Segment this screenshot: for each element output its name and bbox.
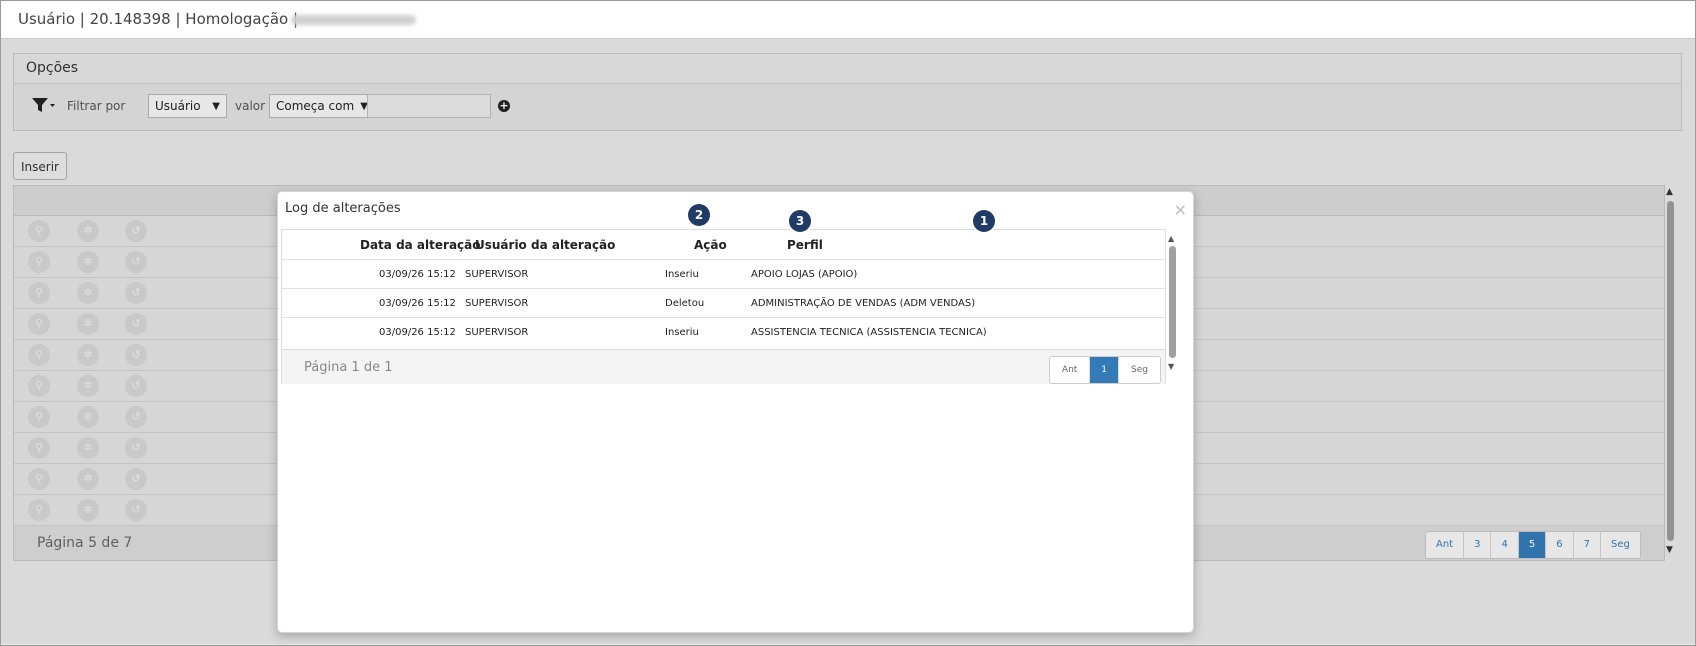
log-profile: ADMINISTRAÇÃO DE VENDAS (ADM VENDAS) [751,298,976,309]
redacted-user-name [291,15,416,25]
modal-scrollbar[interactable]: ▲ ▼ [1168,234,1178,374]
page-title: Usuário | 20.148398 | Homologação | [18,10,299,28]
callout-badge-3: 3 [789,210,811,232]
scrollbar-thumb[interactable] [1169,246,1176,358]
column-header-user[interactable]: Usuário da alteração [475,238,615,252]
log-page-button[interactable]: Seg [1118,357,1160,383]
top-bar: Usuário | 20.148398 | Homologação | [1,1,1695,39]
log-action: Deletou [665,298,705,309]
log-profile: ASSISTENCIA TECNICA (ASSISTENCIA TECNICA… [751,327,987,338]
log-row: 03/09/26 15:12 SUPERVISOR Inseriu APOIO LOJ… [282,259,1165,289]
log-user: SUPERVISOR [465,269,529,280]
scroll-down-icon[interactable]: ▼ [1168,362,1174,371]
callout-badge-1: 1 [973,210,995,232]
column-header-action[interactable]: Ação [694,238,727,252]
log-pagination: Ant 1 Seg [1048,356,1161,384]
log-profile: APOIO LOJAS (APOIO) [751,269,858,280]
callout-badge-2: 2 [688,204,710,226]
log-action: Inseriu [665,327,699,338]
log-action: Inseriu [665,269,699,280]
log-page-info: Página 1 de 1 [304,360,393,375]
log-table: Data da alteração Usuário da alteração A… [281,229,1166,384]
log-date: 03/09/26 15:12 [379,327,456,338]
log-footer: Página 1 de 1 Ant 1 Seg [282,349,1165,384]
column-header-profile[interactable]: Perfil [787,238,823,252]
change-log-modal: Log de alterações × Data da alteração Us… [277,191,1194,633]
log-page-button[interactable]: Ant [1050,357,1089,383]
log-date: 03/09/26 15:12 [379,298,456,309]
log-page-button[interactable]: 1 [1089,357,1119,383]
modal-title: Log de alterações [285,201,401,216]
column-header-date[interactable]: Data da alteração [360,238,481,252]
log-user: SUPERVISOR [465,298,529,309]
log-row: 03/09/26 15:12 SUPERVISOR Deletou ADMINISTR… [282,288,1165,318]
log-user: SUPERVISOR [465,327,529,338]
log-row: 03/09/26 15:12 SUPERVISOR Inseriu ASSISTENC… [282,317,1165,347]
close-icon[interactable]: × [1174,200,1187,219]
scroll-up-icon[interactable]: ▲ [1168,234,1174,243]
log-date: 03/09/26 15:12 [379,269,456,280]
